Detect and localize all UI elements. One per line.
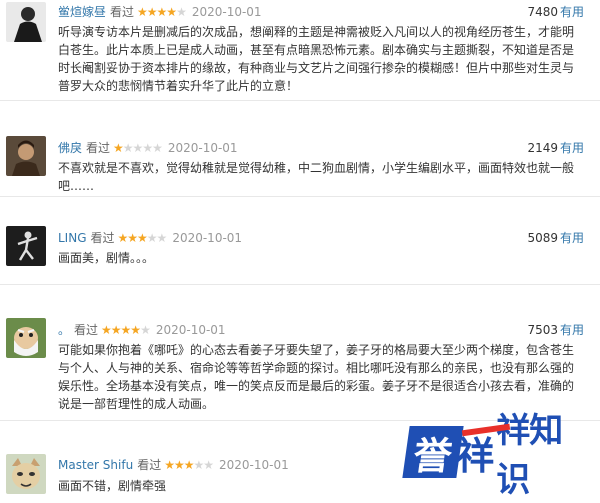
review-text: 画面美，剧情。。。 (58, 251, 155, 265)
review-date: 2020-10-01 (167, 140, 238, 155)
rating-stars: ★★★★★ (101, 322, 151, 337)
vote-count: 7480 有用 (527, 3, 584, 20)
review-date: 2020-10-01 (191, 4, 262, 19)
review-text: 不喜欢就是不喜欢，觉得幼稚就是觉得幼稚，中二狗血剧情，小学生编剧水平，画面特效也… (58, 161, 575, 193)
username-link[interactable]: 。 (58, 321, 70, 338)
review-date: 2020-10-01 (155, 322, 226, 337)
useful-button[interactable]: 有用 (560, 323, 584, 337)
review-meta: 鲎煊嫁昼 看过 ★★★★★ 2020-10-01 (58, 3, 262, 20)
watermark-logo: 誉 祥 祥知识 (402, 411, 592, 500)
review-date: 2020-10-01 (219, 457, 289, 472)
watermark-char: 祥 (456, 433, 495, 478)
divider (0, 100, 600, 101)
vote-number: 7480 (527, 5, 558, 19)
avatar[interactable] (6, 136, 46, 176)
watermark-text: 祥知识 (496, 411, 563, 500)
username-link[interactable]: 佛戾 (58, 139, 82, 156)
review-text: 听导演专访本片是删减后的次成品，想阐释的主题是神需被贬入凡间以人的视角经历苍生，… (58, 25, 575, 93)
review-date: 2020-10-01 (172, 230, 243, 245)
avatar[interactable] (6, 318, 46, 358)
vote-count: 2149 有用 (527, 139, 584, 156)
useful-button[interactable]: 有用 (560, 5, 584, 19)
username-link[interactable]: LING (58, 231, 87, 245)
rating-stars: ★★★★★ (113, 140, 163, 155)
vote-number: 7503 (527, 323, 558, 337)
watched-label: 看过 (110, 5, 135, 19)
vote-count: 7503 有用 (527, 321, 584, 338)
watched-label: 看过 (137, 458, 162, 472)
watched-label: 看过 (74, 323, 99, 337)
username-link[interactable]: Master Shifu (58, 458, 133, 472)
review-meta: 。 看过 ★★★★★ 2020-10-01 (58, 321, 226, 338)
avatar[interactable] (6, 2, 46, 42)
divider (0, 196, 600, 197)
avatar[interactable] (6, 226, 46, 266)
review-meta: Master Shifu 看过 ★★★★★ 2020-10-01 (58, 456, 289, 473)
review-meta: LING 看过 ★★★★★ 2020-10-01 (58, 229, 242, 246)
watermark-char-mid: 祥 (456, 423, 511, 480)
username-link[interactable]: 鲎煊嫁昼 (58, 3, 106, 20)
divider (0, 284, 600, 285)
avatar[interactable] (6, 454, 46, 494)
rating-stars: ★★★★★ (137, 4, 187, 19)
vote-number: 2149 (527, 141, 558, 155)
watched-label: 看过 (86, 141, 111, 155)
watermark-char-box: 誉 (402, 426, 464, 478)
review-meta: 佛戾 看过 ★★★★★ 2020-10-01 (58, 139, 238, 156)
vote-number: 5089 (527, 231, 558, 245)
vote-count: 5089 有用 (527, 229, 584, 246)
useful-button[interactable]: 有用 (560, 141, 584, 155)
rating-stars: ★★★★★ (164, 457, 214, 472)
rating-stars: ★★★★★ (117, 230, 168, 245)
watched-label: 看过 (90, 231, 115, 245)
useful-button[interactable]: 有用 (560, 231, 584, 245)
